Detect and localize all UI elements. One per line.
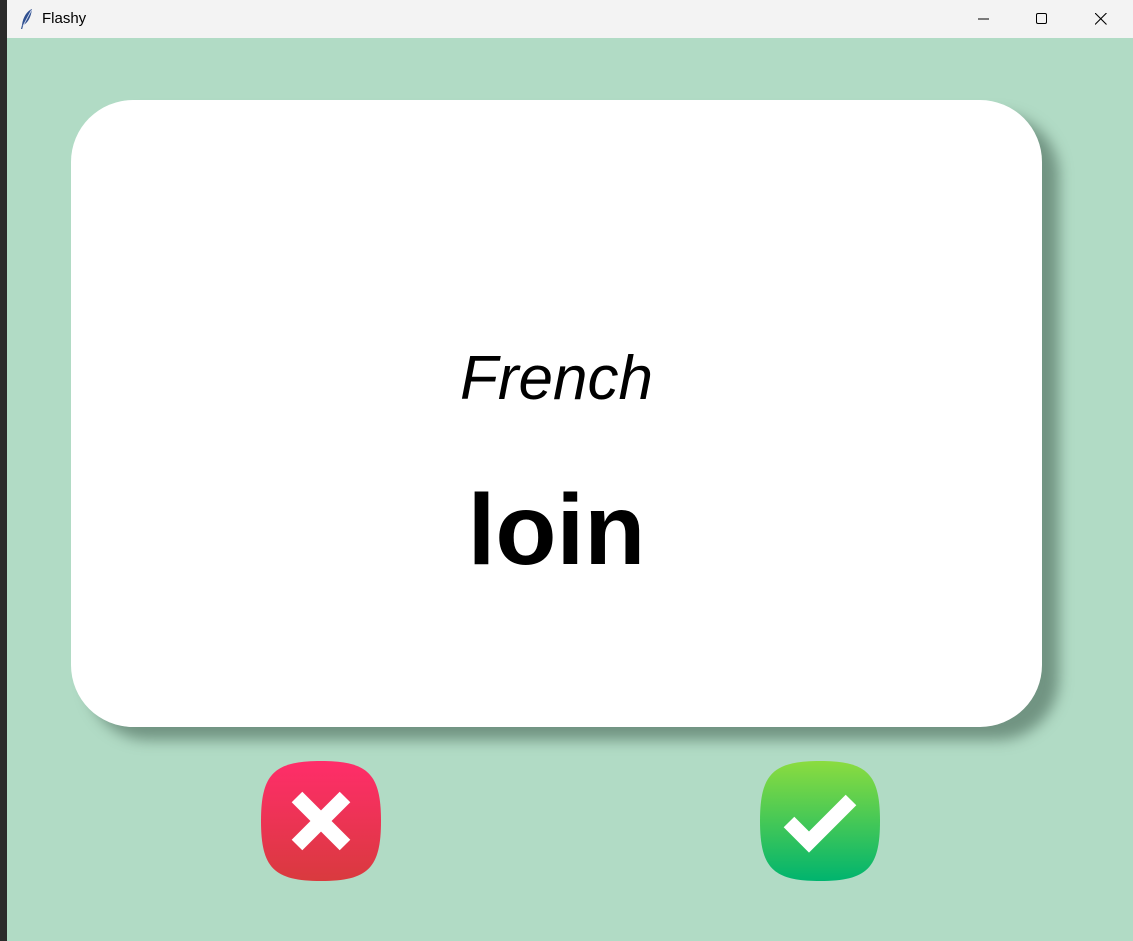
wrong-button[interactable] [260,760,382,882]
app-window: Flashy French loin [7,0,1133,941]
minimize-button[interactable] [956,0,1014,38]
minimize-icon [978,18,989,20]
checkmark-icon [760,761,880,881]
feather-icon [21,9,32,29]
close-button[interactable] [1073,0,1131,38]
x-mark-icon [261,761,381,881]
maximize-icon [1036,13,1047,24]
window-title: Flashy [42,10,87,27]
card-language-title: French [460,344,653,413]
flash-card: French loin [71,100,1042,727]
maximize-button[interactable] [1014,0,1072,38]
close-icon [1095,13,1107,25]
title-bar[interactable]: Flashy [7,0,1133,38]
card-word: loin [467,474,646,586]
right-button[interactable] [759,760,881,882]
